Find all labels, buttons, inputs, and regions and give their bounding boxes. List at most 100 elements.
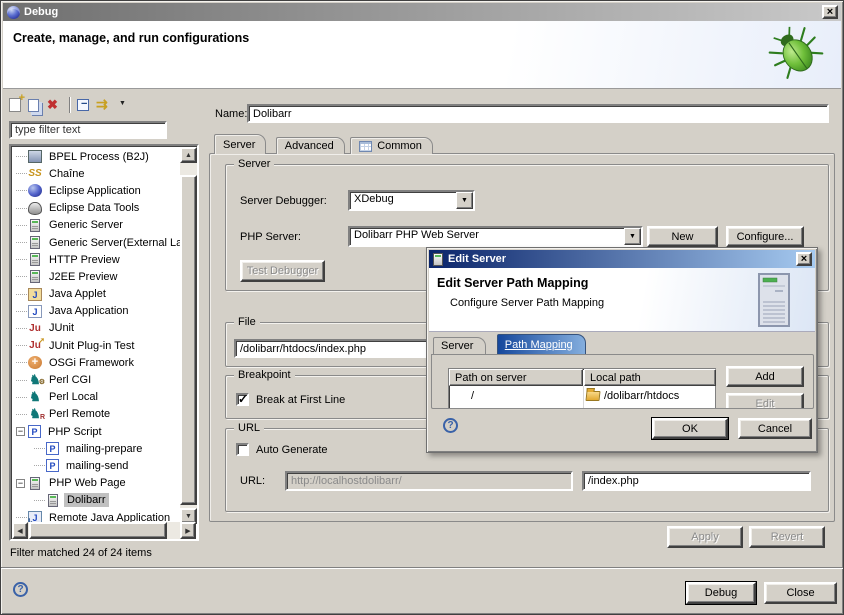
- tree-item-mailing-send[interactable]: mailing-send: [12, 457, 179, 474]
- scroll-up-icon[interactable]: ▲: [180, 147, 197, 163]
- eclipse-logo-icon: [7, 6, 20, 19]
- vertical-scroll-thumb[interactable]: [180, 175, 197, 505]
- window-titlebar[interactable]: Debug: [3, 3, 841, 21]
- tree-vertical-scrollbar[interactable]: ▲ ▼: [180, 147, 197, 524]
- tree-item-label: Perl Local: [46, 390, 101, 404]
- tree-item-eclipse-application[interactable]: Eclipse Application: [12, 182, 179, 199]
- filter-input[interactable]: [9, 121, 167, 139]
- breakpoint-group-title: Breakpoint: [234, 369, 295, 381]
- tree-item-label: JUnit Plug-in Test: [46, 339, 137, 353]
- window-title: Debug: [24, 6, 58, 18]
- tree-connector: [34, 448, 45, 449]
- revert-button[interactable]: Revert: [749, 526, 825, 548]
- php-server-value: Dolibarr PHP Web Server: [354, 229, 622, 241]
- tree-connector: [16, 242, 27, 243]
- tree-item-php-web-page[interactable]: −PHP Web Page: [12, 475, 179, 492]
- tree-item-eclipse-data-tools[interactable]: Eclipse Data Tools: [12, 200, 179, 217]
- php-server-combo[interactable]: Dolibarr PHP Web Server: [348, 226, 643, 247]
- tree-item-junit[interactable]: JUnit: [12, 320, 179, 337]
- cell-local-path[interactable]: /dolibarr/htdocs: [584, 387, 714, 404]
- configure-server-button[interactable]: Configure...: [726, 226, 804, 247]
- tree-connector: [16, 414, 27, 415]
- debug-button[interactable]: Debug: [686, 582, 756, 604]
- tree-item-label: Chaîne: [46, 167, 87, 181]
- tree-connector: [34, 465, 45, 466]
- tree-item-mailing-prepare[interactable]: mailing-prepare: [12, 440, 179, 457]
- scroll-right-icon[interactable]: ▶: [180, 522, 196, 539]
- help-icon[interactable]: [13, 582, 28, 597]
- filter-icon[interactable]: [96, 97, 112, 113]
- tab-common[interactable]: Common: [350, 137, 433, 154]
- tree-item-http-preview[interactable]: HTTP Preview: [12, 251, 179, 268]
- test-debugger-button[interactable]: Test Debugger: [240, 260, 325, 282]
- collapse-expander-icon[interactable]: −: [16, 479, 25, 488]
- tab-label: Common: [377, 140, 422, 152]
- tree-item-generic-server[interactable]: Generic Server: [12, 217, 179, 234]
- tree-item-php-script[interactable]: − PHP Script: [12, 423, 179, 440]
- config-toolbar: [9, 94, 128, 116]
- tree-item-label: HTTP Preview: [46, 253, 123, 267]
- path-mapping-table[interactable]: Path on serverLocal path//dolibarr/htdoc…: [448, 368, 716, 409]
- new-config-icon[interactable]: [9, 98, 21, 112]
- url-path-input[interactable]: [582, 471, 811, 491]
- dialog-help-icon[interactable]: [443, 418, 458, 433]
- tree-horizontal-scrollbar[interactable]: ◀ ▶: [12, 522, 196, 539]
- cancel-button[interactable]: Cancel: [738, 418, 812, 439]
- dialog-close-button[interactable]: [796, 252, 812, 266]
- dialog-title: Edit Server: [448, 253, 506, 265]
- tree-item-perl-local[interactable]: Perl Local: [12, 389, 179, 406]
- ok-button[interactable]: OK: [652, 418, 728, 439]
- add-mapping-button[interactable]: Add: [726, 366, 804, 387]
- column-header-local-path[interactable]: Local path: [584, 369, 716, 386]
- tree-item-perl-cgi[interactable]: Perl CGI: [12, 371, 179, 388]
- delete-icon[interactable]: [46, 97, 62, 113]
- scroll-left-icon[interactable]: ◀: [12, 522, 28, 539]
- junit-icon: [28, 322, 42, 335]
- break-first-line-checkbox[interactable]: [236, 393, 249, 406]
- config-tree-box: BPEL Process (B2J) ChaîneEclipse Applicat…: [9, 144, 199, 541]
- chevron-down-icon[interactable]: [624, 228, 641, 245]
- name-input[interactable]: [247, 104, 829, 123]
- auto-generate-checkbox[interactable]: [236, 443, 249, 456]
- dialog-titlebar[interactable]: Edit Server: [429, 250, 815, 268]
- server-debugger-combo[interactable]: XDebug: [348, 190, 475, 211]
- duplicate-icon[interactable]: [28, 99, 39, 112]
- tree-item-label: Generic Server(External La: [46, 236, 185, 250]
- dialog-tab-server[interactable]: Server: [433, 337, 486, 354]
- edit-mapping-button[interactable]: Edit: [726, 393, 804, 409]
- tree-item-java-application[interactable]: Java Application: [12, 303, 179, 320]
- tree-item-j2ee-preview[interactable]: J2EE Preview: [12, 268, 179, 285]
- tree-item-bpel-process-b2j[interactable]: BPEL Process (B2J): [12, 148, 179, 165]
- tree-item-perl-remote[interactable]: Perl Remote: [12, 406, 179, 423]
- tree-item-junit-plug-in-test[interactable]: JUnit Plug-in Test: [12, 337, 179, 354]
- tree-item-dolibarr[interactable]: Dolibarr: [12, 492, 179, 509]
- window-close-button[interactable]: [822, 5, 838, 19]
- tab-advanced[interactable]: Advanced: [276, 137, 345, 154]
- close-button[interactable]: Close: [764, 582, 837, 604]
- tree-connector: [16, 517, 27, 518]
- collapse-all-icon[interactable]: [77, 99, 89, 111]
- tree-item-label: Java Applet: [46, 287, 109, 301]
- tab-label: Server: [223, 139, 255, 151]
- tree-connector: [16, 328, 27, 329]
- tree-connector: [16, 345, 27, 346]
- tab-server[interactable]: Server: [214, 134, 266, 154]
- server-debugger-label: Server Debugger:: [240, 195, 327, 207]
- table-icon: [359, 141, 372, 152]
- cell-path-on-server[interactable]: /: [449, 387, 583, 404]
- tree-item-label: PHP Script: [45, 425, 105, 439]
- tree-item-label: JUnit: [46, 321, 77, 335]
- tree-item-osgi-framework[interactable]: OSGi Framework: [12, 354, 179, 371]
- apply-button[interactable]: Apply: [667, 526, 743, 548]
- new-server-button[interactable]: New: [647, 226, 718, 247]
- dialog-tab-path-mapping[interactable]: Path Mapping: [497, 334, 586, 354]
- footer-separator: [1, 567, 844, 569]
- tree-item-cha-ne[interactable]: Chaîne: [12, 165, 179, 182]
- menu-arrow-icon[interactable]: [119, 97, 128, 113]
- collapse-expander-icon[interactable]: −: [16, 427, 25, 436]
- column-header-path-on-server[interactable]: Path on server: [449, 369, 583, 386]
- chevron-down-icon[interactable]: [456, 192, 473, 209]
- tree-item-java-applet[interactable]: Java Applet: [12, 286, 179, 303]
- horizontal-scroll-thumb[interactable]: [29, 522, 167, 539]
- tree-item-generic-server-external-la[interactable]: Generic Server(External La: [12, 234, 179, 251]
